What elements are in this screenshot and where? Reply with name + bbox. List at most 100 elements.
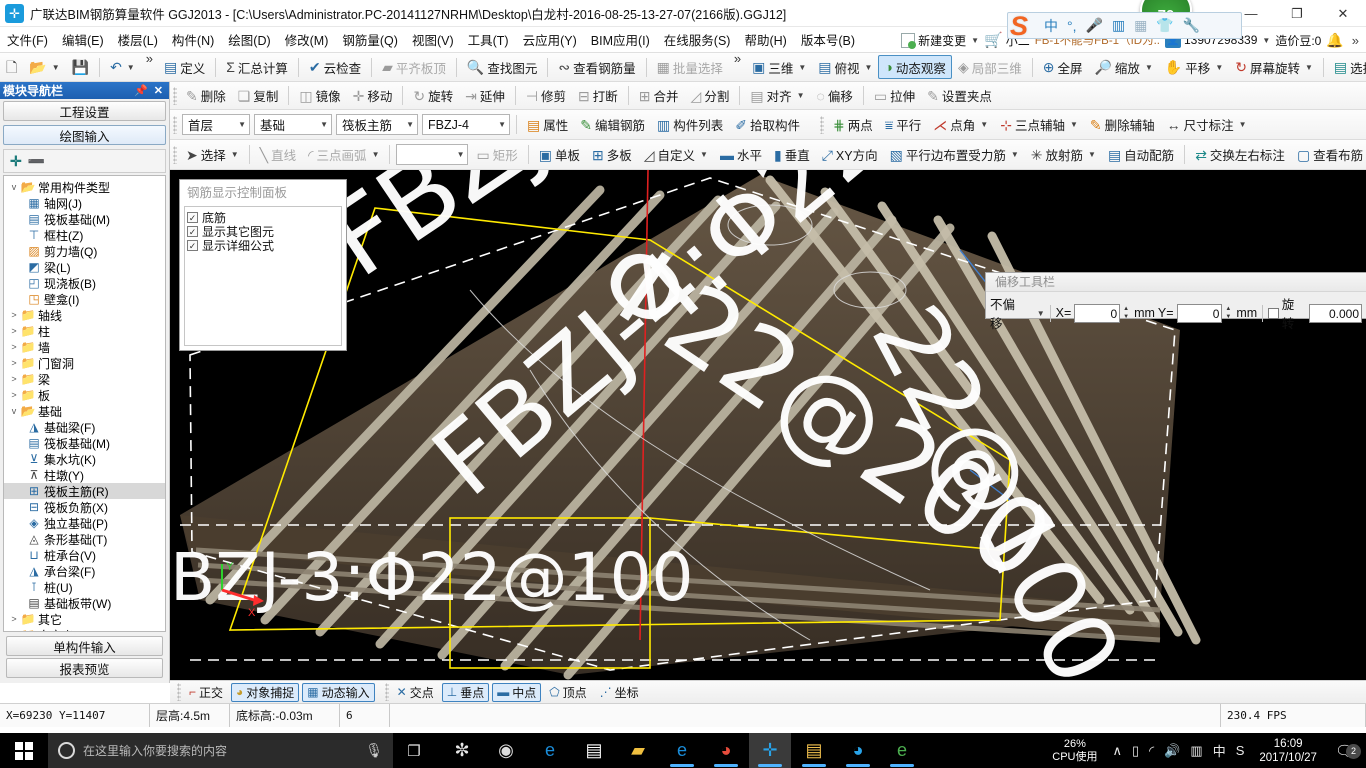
extend-button[interactable]: ⇥ 延伸 [459, 84, 511, 108]
toolbar-grip[interactable] [820, 115, 824, 134]
tree-node-10[interactable]: > 📁 墙 [4, 339, 165, 355]
rotate-checkbox[interactable] [1268, 307, 1279, 319]
bell-icon[interactable]: 🔔 [1326, 32, 1343, 49]
tree-expander[interactable]: v [8, 182, 20, 192]
tree-node-26[interactable]: ▤ 基础板带(W) [4, 595, 165, 611]
maximize-button[interactable]: ❐ [1274, 0, 1320, 27]
dimension-button[interactable]: ↔ 尺寸标注 ▼ [1161, 113, 1253, 137]
tray-chevron-icon[interactable]: ∧ [1108, 743, 1128, 759]
vertical-button[interactable]: ▮ 垂直 [768, 143, 816, 167]
show-detail-formula-checkbox[interactable]: ✓ 显示详细公式 [187, 238, 339, 253]
radial-rebar-button[interactable]: ✳ 放射筋 ▼ [1025, 143, 1102, 167]
menu-item-2[interactable]: 楼层(L) [111, 27, 165, 52]
tree-node-2[interactable]: ▤ 筏板基础(M) [4, 211, 165, 227]
xy-direction-button[interactable]: ⤢ XY方向 [816, 143, 884, 167]
pan-button[interactable]: ✋ 平移 ▼ [1159, 55, 1229, 79]
dynamic-orbit-button[interactable]: ◑ 动态观察 [878, 55, 952, 79]
tray-battery-icon[interactable]: ▯ [1127, 743, 1144, 759]
menu-item-7[interactable]: 视图(V) [405, 27, 461, 52]
taskbar-app-store[interactable]: ▤ [573, 733, 615, 768]
new-file-button[interactable]: 🗋 [0, 55, 23, 79]
tree-node-21[interactable]: ◈ 独立基础(P) [4, 515, 165, 531]
rebar-display-control-panel[interactable]: 钢筋显示控制面板 ✓ 底筋 ✓ 显示其它图元 ✓ 显示详细公式 [179, 179, 347, 351]
microphone-icon[interactable]: 🎙 [365, 742, 383, 759]
tray-wifi-icon[interactable]: ◜ [1144, 743, 1159, 759]
tree-node-11[interactable]: > 📁 门窗洞 [4, 355, 165, 371]
tree-expander[interactable]: > [8, 374, 20, 384]
tree-node-25[interactable]: ⊺ 桩(U) [4, 579, 165, 595]
arc-style-select[interactable]: ▼ [396, 144, 469, 165]
menu-item-12[interactable]: 帮助(H) [737, 27, 793, 52]
ime-floating-bar[interactable]: S 中 °, 🎤 ▥ ▦ 👕 🔧 [1007, 11, 1242, 41]
multi-slab-button[interactable]: ⊞ 多板 [586, 143, 638, 167]
copy-button[interactable]: ❏ 复制 [232, 84, 285, 108]
tree-node-4[interactable]: ▨ 剪力墙(Q) [4, 243, 165, 259]
stretch-button[interactable]: ▭ 拉伸 [868, 84, 921, 108]
select-tool-button[interactable]: ➤ 选择 ▼ [180, 143, 245, 167]
microphone-icon[interactable]: 🎤 [1086, 17, 1103, 34]
toolbar-overflow-1[interactable]: » [141, 51, 158, 66]
vertex-snap-toggle[interactable]: ⬠ 顶点 [544, 683, 591, 702]
menu-item-5[interactable]: 修改(M) [278, 27, 336, 52]
card-icon[interactable]: ▦ [1134, 17, 1147, 34]
tree-node-12[interactable]: > 📁 梁 [4, 371, 165, 387]
delete-aux-axis-button[interactable]: ✎ 删除辅轴 [1084, 113, 1161, 137]
intersection-snap-toggle[interactable]: ✕ 交点 [392, 683, 439, 702]
taskbar-app-ggj[interactable]: ✛ [749, 733, 791, 768]
new-change-button[interactable]: 新建变更 ▼ [901, 32, 979, 49]
tree-node-9[interactable]: > 📁 柱 [4, 323, 165, 339]
tree-node-8[interactable]: > 📁 轴线 [4, 307, 165, 323]
top-view-button[interactable]: ▤ 俯视 ▼ [812, 55, 878, 79]
tree-expander[interactable]: > [8, 310, 20, 320]
menu-item-11[interactable]: 在线服务(S) [657, 27, 738, 52]
menu-item-8[interactable]: 工具(T) [461, 27, 516, 52]
action-center-icon[interactable]: 🗨 2 [1327, 742, 1362, 760]
define-button[interactable]: ▤ 定义 [158, 55, 211, 79]
dynamic-input-toggle[interactable]: ▦ 动态输入 [302, 682, 375, 702]
parallel-edge-rebar-button[interactable]: ▧ 平行边布置受力筋 ▼ [884, 143, 1025, 167]
menu-item-1[interactable]: 编辑(E) [55, 27, 111, 52]
tree-expander[interactable]: > [8, 390, 20, 400]
batch-select-button[interactable]: ▦ 批量选择 [651, 55, 729, 79]
menu-item-10[interactable]: BIM应用(I) [584, 27, 657, 52]
tree-expander[interactable]: > [8, 630, 20, 631]
zoom-button[interactable]: 🔎 缩放 ▼ [1088, 55, 1158, 79]
fullscreen-button[interactable]: ⊕ 全屏 [1037, 55, 1089, 79]
open-file-button[interactable]: 📂 ▼ [23, 55, 65, 79]
tray-volume-icon[interactable]: 🔊 [1159, 743, 1185, 759]
taskbar-clock[interactable]: 16:09 2017/10/27 [1251, 737, 1325, 765]
checkbox-icon[interactable]: ✓ [187, 239, 198, 251]
toolbar-overflow-2[interactable]: » [729, 51, 746, 66]
align-slab-top-button[interactable]: ▰ 平齐板顶 [376, 55, 452, 79]
point-angle-button[interactable]: ⋌ 点角 ▼ [927, 113, 994, 137]
toolbar-grip[interactable] [173, 86, 177, 105]
trim-button[interactable]: ⊣ 修剪 [520, 84, 572, 108]
midpoint-snap-toggle[interactable]: ▬ 中点 [492, 682, 542, 702]
pin-icon[interactable]: 📌 [131, 84, 151, 97]
taskbar-app-edge[interactable]: e [529, 733, 571, 768]
tree-node-5[interactable]: ◩ 梁(L) [4, 259, 165, 275]
tree-expander[interactable]: v [8, 406, 20, 416]
offset-y-stepper[interactable]: ▲ ▼ [1225, 305, 1231, 321]
menu-item-3[interactable]: 构件(N) [165, 27, 221, 52]
taskbar-app-ie[interactable]: e [661, 733, 703, 768]
tree-node-17[interactable]: ⊻ 集水坑(K) [4, 451, 165, 467]
line-tool-button[interactable]: ╲ 直线 [254, 143, 302, 167]
offset-button[interactable]: ◌ 偏移 [811, 84, 859, 108]
floor-select[interactable]: 首层 ▼ [182, 114, 250, 135]
tree-expander[interactable]: > [8, 326, 20, 336]
screen-rotate-button[interactable]: ↻ 屏幕旋转 ▼ [1229, 55, 1319, 79]
tree-node-13[interactable]: > 📁 板 [4, 387, 165, 403]
edit-rebar-button[interactable]: ✎ 编辑钢筋 [574, 113, 651, 137]
offset-y-input[interactable]: 0 [1176, 303, 1223, 323]
menu-item-9[interactable]: 云应用(Y) [516, 27, 584, 52]
keyboard-icon[interactable]: ▥ [1112, 17, 1125, 34]
tree-node-20[interactable]: ⊟ 筏板负筋(X) [4, 499, 165, 515]
select-floor-button[interactable]: ▤选择楼层 [1328, 55, 1366, 79]
collapse-all-icon[interactable]: ➖ [28, 153, 45, 170]
menu-item-6[interactable]: 钢筋量(Q) [335, 27, 405, 52]
tree-node-22[interactable]: ◬ 条形基础(T) [4, 531, 165, 547]
three-d-button[interactable]: ▣ 三维 ▼ [746, 55, 812, 79]
undo-button[interactable]: ↶ ▼ [104, 55, 141, 79]
menu-item-4[interactable]: 绘图(D) [221, 27, 277, 52]
